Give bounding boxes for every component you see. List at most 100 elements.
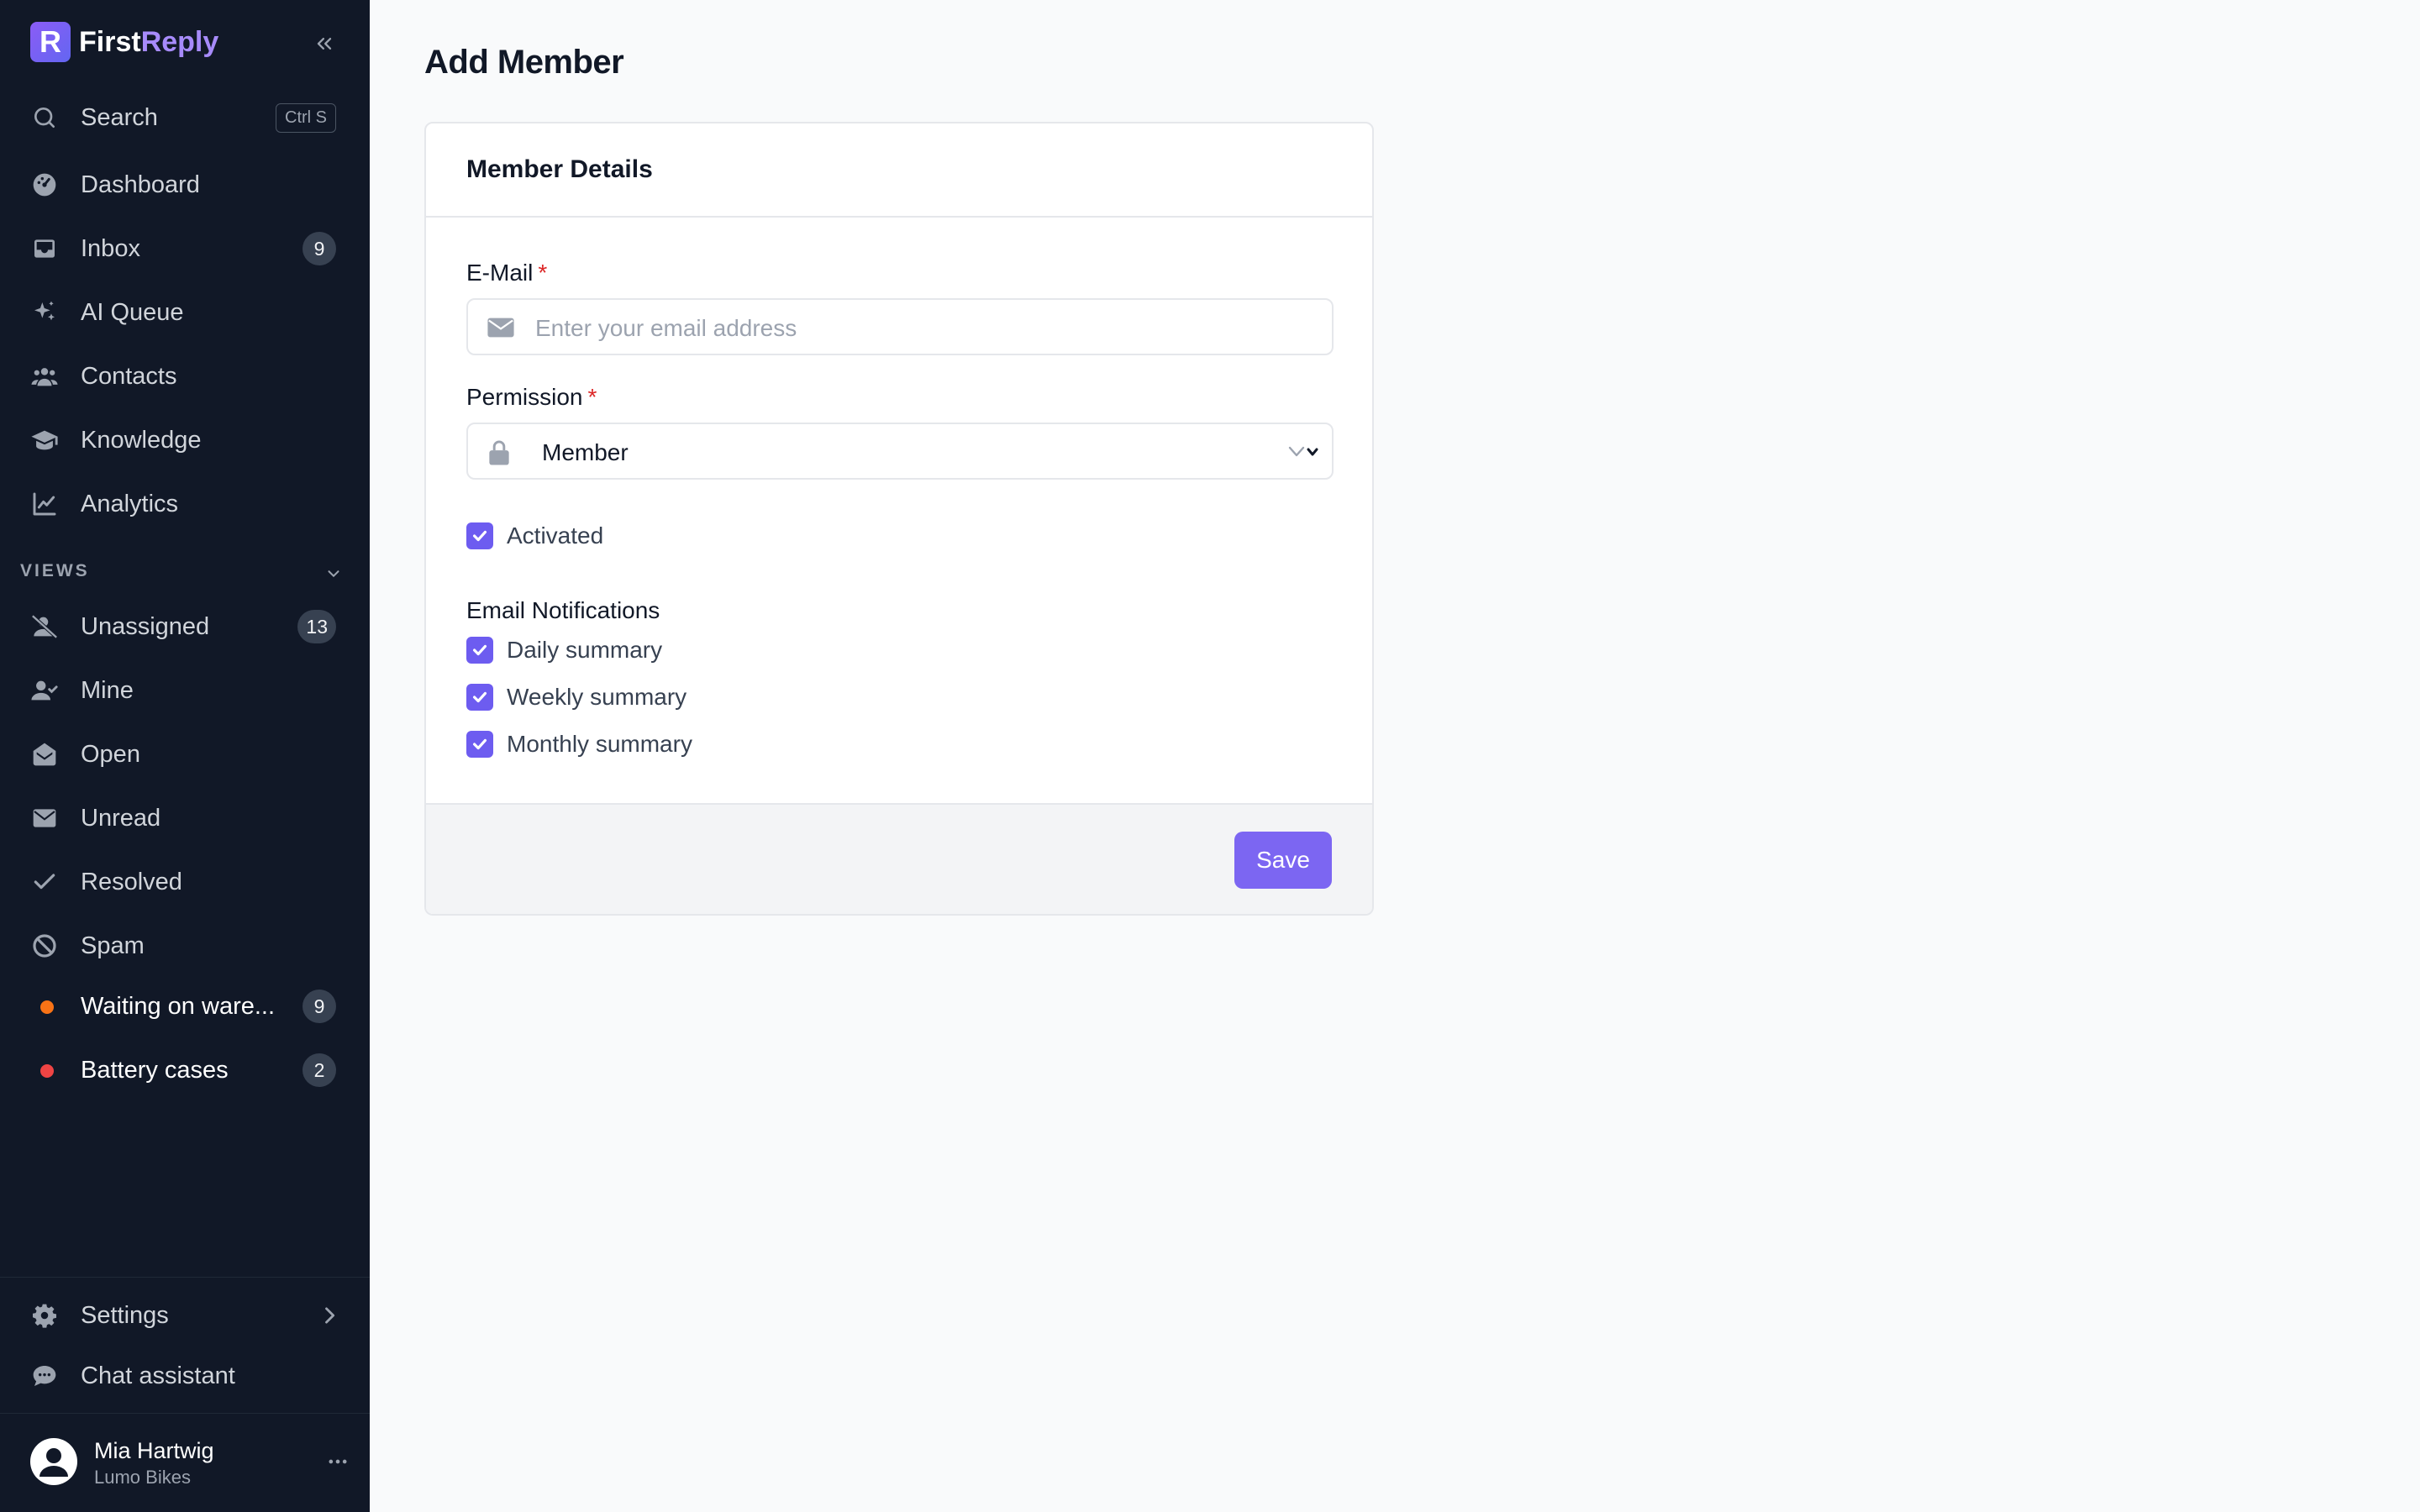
views-section-header[interactable]: VIEWS <box>20 561 350 586</box>
nav-item-ai-queue[interactable]: AI Queue <box>20 286 350 339</box>
chevron-down-icon <box>324 564 343 587</box>
view-item-unread[interactable]: Unread <box>20 791 350 845</box>
checkmark-icon <box>472 691 487 703</box>
required-mark: * <box>587 384 597 410</box>
dashboard-icon <box>30 171 59 199</box>
sidebar-divider <box>0 1277 370 1278</box>
collapse-sidebar-button[interactable] <box>308 27 341 60</box>
daily-summary-checkbox-row[interactable]: Daily summary <box>466 636 662 664</box>
nav-item-label: Contacts <box>81 362 177 390</box>
user-check-icon <box>30 676 59 705</box>
user-name: Mia Hartwig <box>94 1438 214 1463</box>
chevron-down-icon <box>1286 443 1325 467</box>
status-dot <box>40 1064 54 1078</box>
views-heading: VIEWS <box>20 561 90 580</box>
battery-count-badge: 2 <box>302 1053 336 1087</box>
inbox-icon <box>30 234 59 263</box>
graduation-cap-icon <box>30 426 59 454</box>
search-icon <box>30 103 59 132</box>
view-item-mine[interactable]: Mine <box>20 664 350 717</box>
brand-logo[interactable]: R FirstReply <box>30 22 218 62</box>
nav-item-analytics[interactable]: Analytics <box>20 477 350 531</box>
save-button[interactable]: Save <box>1234 832 1332 889</box>
card-header: Member Details <box>426 123 1372 218</box>
sidebar-divider <box>0 1413 370 1414</box>
brand-name-second: Reply <box>140 25 219 58</box>
nav-item-chat-assistant[interactable]: Chat assistant <box>20 1349 350 1403</box>
unassigned-count-badge: 13 <box>297 610 336 643</box>
avatar <box>30 1438 77 1485</box>
view-item-label: Spam <box>81 932 145 959</box>
weekly-summary-checkbox-row[interactable]: Weekly summary <box>466 683 687 711</box>
monthly-summary-checkbox-row[interactable]: Monthly summary <box>466 730 692 759</box>
card-footer: Save <box>426 803 1372 914</box>
check-icon <box>30 868 59 896</box>
nav-item-knowledge[interactable]: Knowledge <box>20 413 350 467</box>
view-item-spam[interactable]: Spam <box>20 919 350 973</box>
user-org: Lumo Bikes <box>94 1467 191 1488</box>
view-item-label: Mine <box>81 676 134 704</box>
checkmark-icon <box>472 644 487 656</box>
email-label: E-Mail * <box>466 260 547 286</box>
nav-item-contacts[interactable]: Contacts <box>20 349 350 403</box>
view-item-label: Open <box>81 740 140 768</box>
view-item-label: Battery cases <box>81 1056 229 1084</box>
status-dot <box>40 1000 54 1014</box>
view-item-waiting-on-warehouse[interactable]: Waiting on ware... 9 <box>20 979 350 1033</box>
nav-item-dashboard[interactable]: Dashboard <box>20 158 350 212</box>
daily-summary-label: Daily summary <box>507 637 663 663</box>
card-title: Member Details <box>466 155 653 183</box>
search-button[interactable]: Search Ctrl S <box>20 91 350 144</box>
activated-checkbox-row[interactable]: Activated <box>466 522 603 550</box>
permission-label: Permission * <box>466 384 597 411</box>
view-item-resolved[interactable]: Resolved <box>20 855 350 909</box>
permission-value: Member <box>542 439 629 465</box>
sidebar: R FirstReply Search Ctrl S Dashboard Inb… <box>0 0 370 1512</box>
monthly-summary-checkbox[interactable] <box>466 731 493 758</box>
view-item-label: Waiting on ware... <box>81 992 276 1020</box>
nav-item-settings[interactable]: Settings <box>20 1289 350 1342</box>
view-item-open[interactable]: Open <box>20 727 350 781</box>
user-slash-icon <box>30 612 59 641</box>
search-shortcut: Ctrl S <box>276 102 336 133</box>
user-profile[interactable]: Mia Hartwig Lumo Bikes <box>30 1435 350 1494</box>
permission-select[interactable]: Member <box>466 423 1334 480</box>
envelope-icon <box>487 315 515 344</box>
nav-item-label: Inbox <box>81 234 140 262</box>
daily-summary-checkbox[interactable] <box>466 637 493 664</box>
monthly-summary-label: Monthly summary <box>507 731 692 757</box>
view-item-label: Unread <box>81 804 161 832</box>
inbox-count-badge: 9 <box>302 232 336 265</box>
weekly-summary-checkbox[interactable] <box>466 684 493 711</box>
member-details-card: Member Details E-Mail * Enter your email … <box>424 122 1374 916</box>
search-label: Search <box>81 103 158 131</box>
nav-item-label: Chat assistant <box>81 1362 235 1389</box>
email-placeholder: Enter your email address <box>535 315 797 341</box>
nav-item-inbox[interactable]: Inbox 9 <box>20 222 350 276</box>
nav-item-label: Settings <box>81 1301 169 1329</box>
gear-icon <box>30 1301 59 1330</box>
view-item-label: Unassigned <box>81 612 210 640</box>
email-notifications-heading: Email Notifications <box>466 597 660 623</box>
email-field[interactable]: Enter your email address <box>466 298 1334 355</box>
ban-icon <box>30 932 59 960</box>
nav-item-label: Dashboard <box>81 171 200 198</box>
view-item-battery-cases[interactable]: Battery cases 2 <box>20 1043 350 1097</box>
nav-item-label: Analytics <box>81 490 179 517</box>
view-item-label: Resolved <box>81 868 182 895</box>
lock-icon <box>487 439 512 470</box>
page-title: Add Member <box>424 44 624 81</box>
envelope-open-icon <box>30 740 59 769</box>
weekly-summary-label: Weekly summary <box>507 684 687 710</box>
chevron-right-icon <box>318 1304 341 1331</box>
activated-label: Activated <box>507 522 604 549</box>
sparkles-icon <box>30 298 59 327</box>
envelope-icon <box>30 804 59 832</box>
more-options-icon[interactable] <box>326 1450 350 1478</box>
checkmark-icon <box>472 530 487 542</box>
activated-checkbox[interactable] <box>466 522 493 549</box>
chat-bubble-icon <box>30 1362 59 1390</box>
view-item-unassigned[interactable]: Unassigned 13 <box>20 600 350 654</box>
chevrons-left-icon <box>317 38 332 50</box>
nav-item-label: Knowledge <box>81 426 202 454</box>
